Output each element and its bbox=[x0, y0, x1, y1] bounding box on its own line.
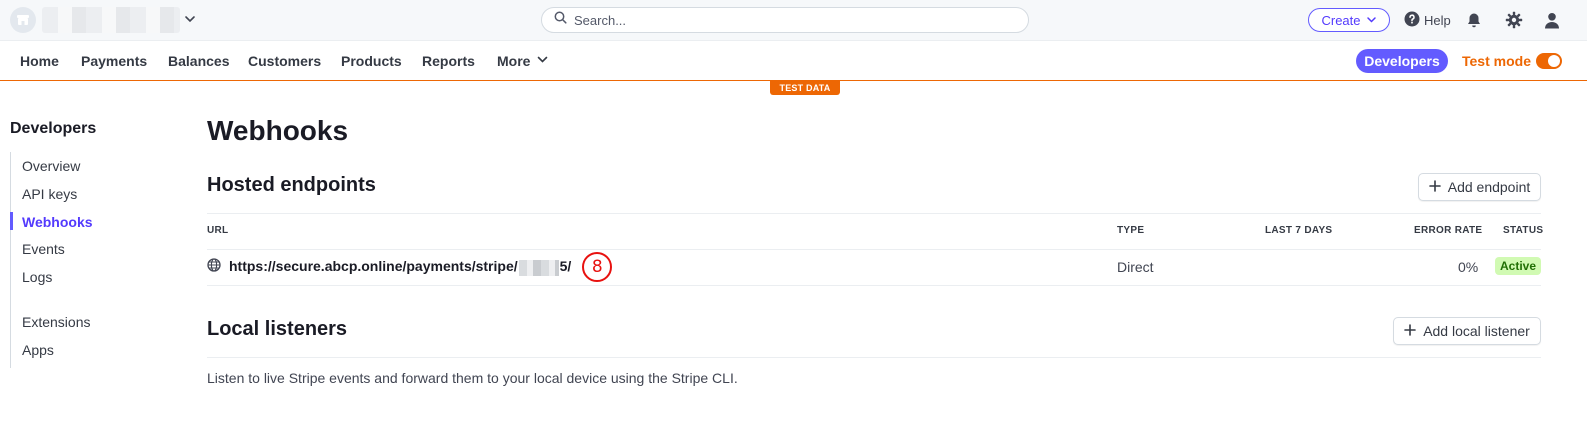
sidebar-active-indicator bbox=[10, 212, 13, 230]
account-name-redacted[interactable] bbox=[42, 7, 180, 33]
sidebar-item-overview[interactable]: Overview bbox=[22, 158, 80, 174]
notifications-bell-icon[interactable] bbox=[1464, 10, 1484, 30]
nav-home[interactable]: Home bbox=[20, 53, 59, 69]
nav-customers[interactable]: Customers bbox=[248, 53, 321, 69]
top-bar: Create Help bbox=[0, 0, 1587, 41]
table-row-endpoint[interactable]: https://secure.abcp.online/payments/stri… bbox=[207, 252, 613, 282]
help-button[interactable]: Help bbox=[1404, 10, 1451, 30]
sidebar-item-api-keys[interactable]: API keys bbox=[22, 186, 77, 202]
test-mode-toggle[interactable] bbox=[1536, 53, 1562, 69]
search-icon bbox=[554, 11, 567, 29]
nav-reports[interactable]: Reports bbox=[422, 53, 475, 69]
chevron-down-icon bbox=[536, 53, 549, 69]
plus-icon bbox=[1428, 179, 1441, 195]
chevron-down-icon bbox=[1366, 13, 1377, 28]
column-header-type: TYPE bbox=[1117, 225, 1145, 236]
add-endpoint-button[interactable]: Add endpoint bbox=[1418, 173, 1541, 201]
nav-payments[interactable]: Payments bbox=[81, 53, 147, 69]
account-store-icon[interactable] bbox=[10, 7, 36, 33]
create-button[interactable]: Create bbox=[1308, 8, 1390, 32]
column-header-last-7-days: LAST 7 DAYS bbox=[1265, 225, 1333, 236]
sidebar-nav: Overview API keys Webhooks Events Logs E… bbox=[10, 152, 170, 368]
column-header-error-rate: ERROR RATE bbox=[1414, 225, 1483, 236]
annotation-marker: 8 bbox=[582, 252, 613, 282]
sidebar-item-webhooks[interactable]: Webhooks bbox=[22, 214, 93, 230]
globe-icon bbox=[207, 257, 221, 277]
help-icon bbox=[1404, 11, 1420, 30]
endpoint-url-suffix: 5/ bbox=[559, 258, 572, 275]
account-switcher-chevron-icon[interactable] bbox=[183, 12, 197, 26]
local-listeners-heading: Local listeners bbox=[207, 318, 348, 340]
endpoint-url-prefix: https://secure.abcp.online/payments/stri… bbox=[229, 258, 518, 275]
divider bbox=[207, 213, 1541, 214]
divider bbox=[207, 249, 1541, 250]
sidebar-item-extensions[interactable]: Extensions bbox=[22, 314, 90, 330]
test-data-banner: TEST DATA bbox=[770, 81, 840, 95]
endpoint-url[interactable]: https://secure.abcp.online/payments/stri… bbox=[229, 258, 572, 276]
column-header-url: URL bbox=[207, 225, 229, 236]
nav-more-label: More bbox=[497, 53, 531, 69]
local-listeners-description: Listen to live Stripe events and forward… bbox=[207, 370, 738, 386]
plus-icon bbox=[1404, 323, 1416, 339]
nav-more[interactable]: More bbox=[497, 53, 549, 69]
sidebar-title: Developers bbox=[10, 120, 97, 137]
sidebar-item-logs[interactable]: Logs bbox=[22, 269, 52, 285]
page-title: Webhooks bbox=[207, 115, 349, 146]
redacted-url-segment bbox=[518, 259, 559, 276]
help-label: Help bbox=[1424, 12, 1451, 28]
column-header-status: STATUS bbox=[1503, 225, 1544, 236]
status-badge: Active bbox=[1495, 257, 1542, 275]
add-endpoint-label: Add endpoint bbox=[1447, 179, 1531, 195]
settings-gear-icon[interactable] bbox=[1504, 10, 1524, 30]
divider bbox=[207, 285, 1541, 286]
sidebar-item-events[interactable]: Events bbox=[22, 241, 65, 257]
test-mode-label: Test mode bbox=[1462, 53, 1531, 69]
hosted-endpoints-heading: Hosted endpoints bbox=[207, 174, 376, 196]
endpoint-type: Direct bbox=[1117, 259, 1154, 275]
nav-products[interactable]: Products bbox=[341, 53, 402, 69]
sidebar-item-apps[interactable]: Apps bbox=[22, 342, 54, 358]
add-local-listener-button[interactable]: Add local listener bbox=[1393, 317, 1541, 345]
user-avatar-icon[interactable] bbox=[1542, 10, 1562, 30]
create-button-label: Create bbox=[1321, 12, 1361, 28]
endpoint-error-rate: 0% bbox=[1458, 259, 1479, 275]
developers-button[interactable]: Developers bbox=[1356, 49, 1448, 73]
add-local-listener-label: Add local listener bbox=[1423, 323, 1530, 339]
nav-balances[interactable]: Balances bbox=[168, 53, 229, 69]
main-nav: Home Payments Balances Customers Product… bbox=[0, 41, 1587, 81]
search-input[interactable] bbox=[574, 12, 1014, 28]
divider bbox=[207, 357, 1541, 358]
search-box[interactable] bbox=[541, 7, 1029, 33]
